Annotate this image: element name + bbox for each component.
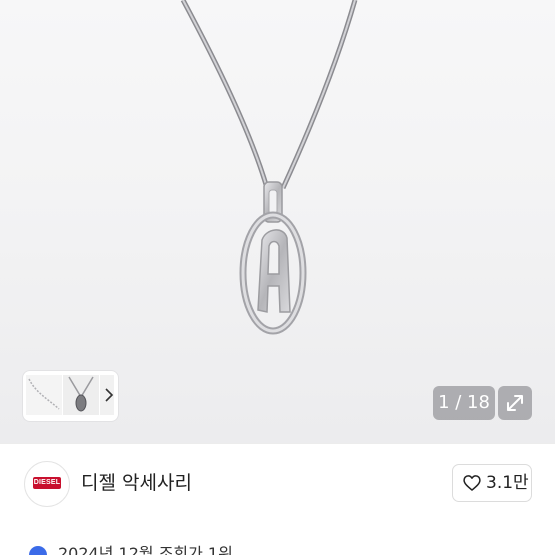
thumbnail-strip[interactable]	[23, 371, 118, 421]
like-count: 3.1만	[486, 473, 529, 493]
brand-row[interactable]: DIESEL 디젤 악세사리 3.1만	[0, 444, 555, 524]
chevron-right-icon[interactable]	[104, 385, 114, 410]
expand-icon	[507, 395, 523, 411]
brand-name[interactable]: 디젤 악세사리	[81, 470, 192, 496]
thumbnail-1[interactable]	[26, 375, 62, 415]
image-counter: 1 / 18	[433, 386, 495, 420]
heart-outline-icon	[463, 475, 481, 491]
info-row: 2024년 12월 조회가 1위	[0, 540, 555, 555]
info-icon	[29, 546, 47, 555]
product-image-gallery[interactable]: 1 / 18	[0, 0, 555, 443]
thumbnail-2[interactable]	[63, 375, 99, 415]
brand-logo-text: DIESEL	[33, 477, 61, 489]
expand-button[interactable]	[498, 386, 532, 420]
like-button[interactable]: 3.1만	[452, 464, 532, 502]
brand-logo[interactable]: DIESEL	[24, 461, 70, 507]
info-text: 2024년 12월 조회가 1위	[58, 544, 233, 555]
